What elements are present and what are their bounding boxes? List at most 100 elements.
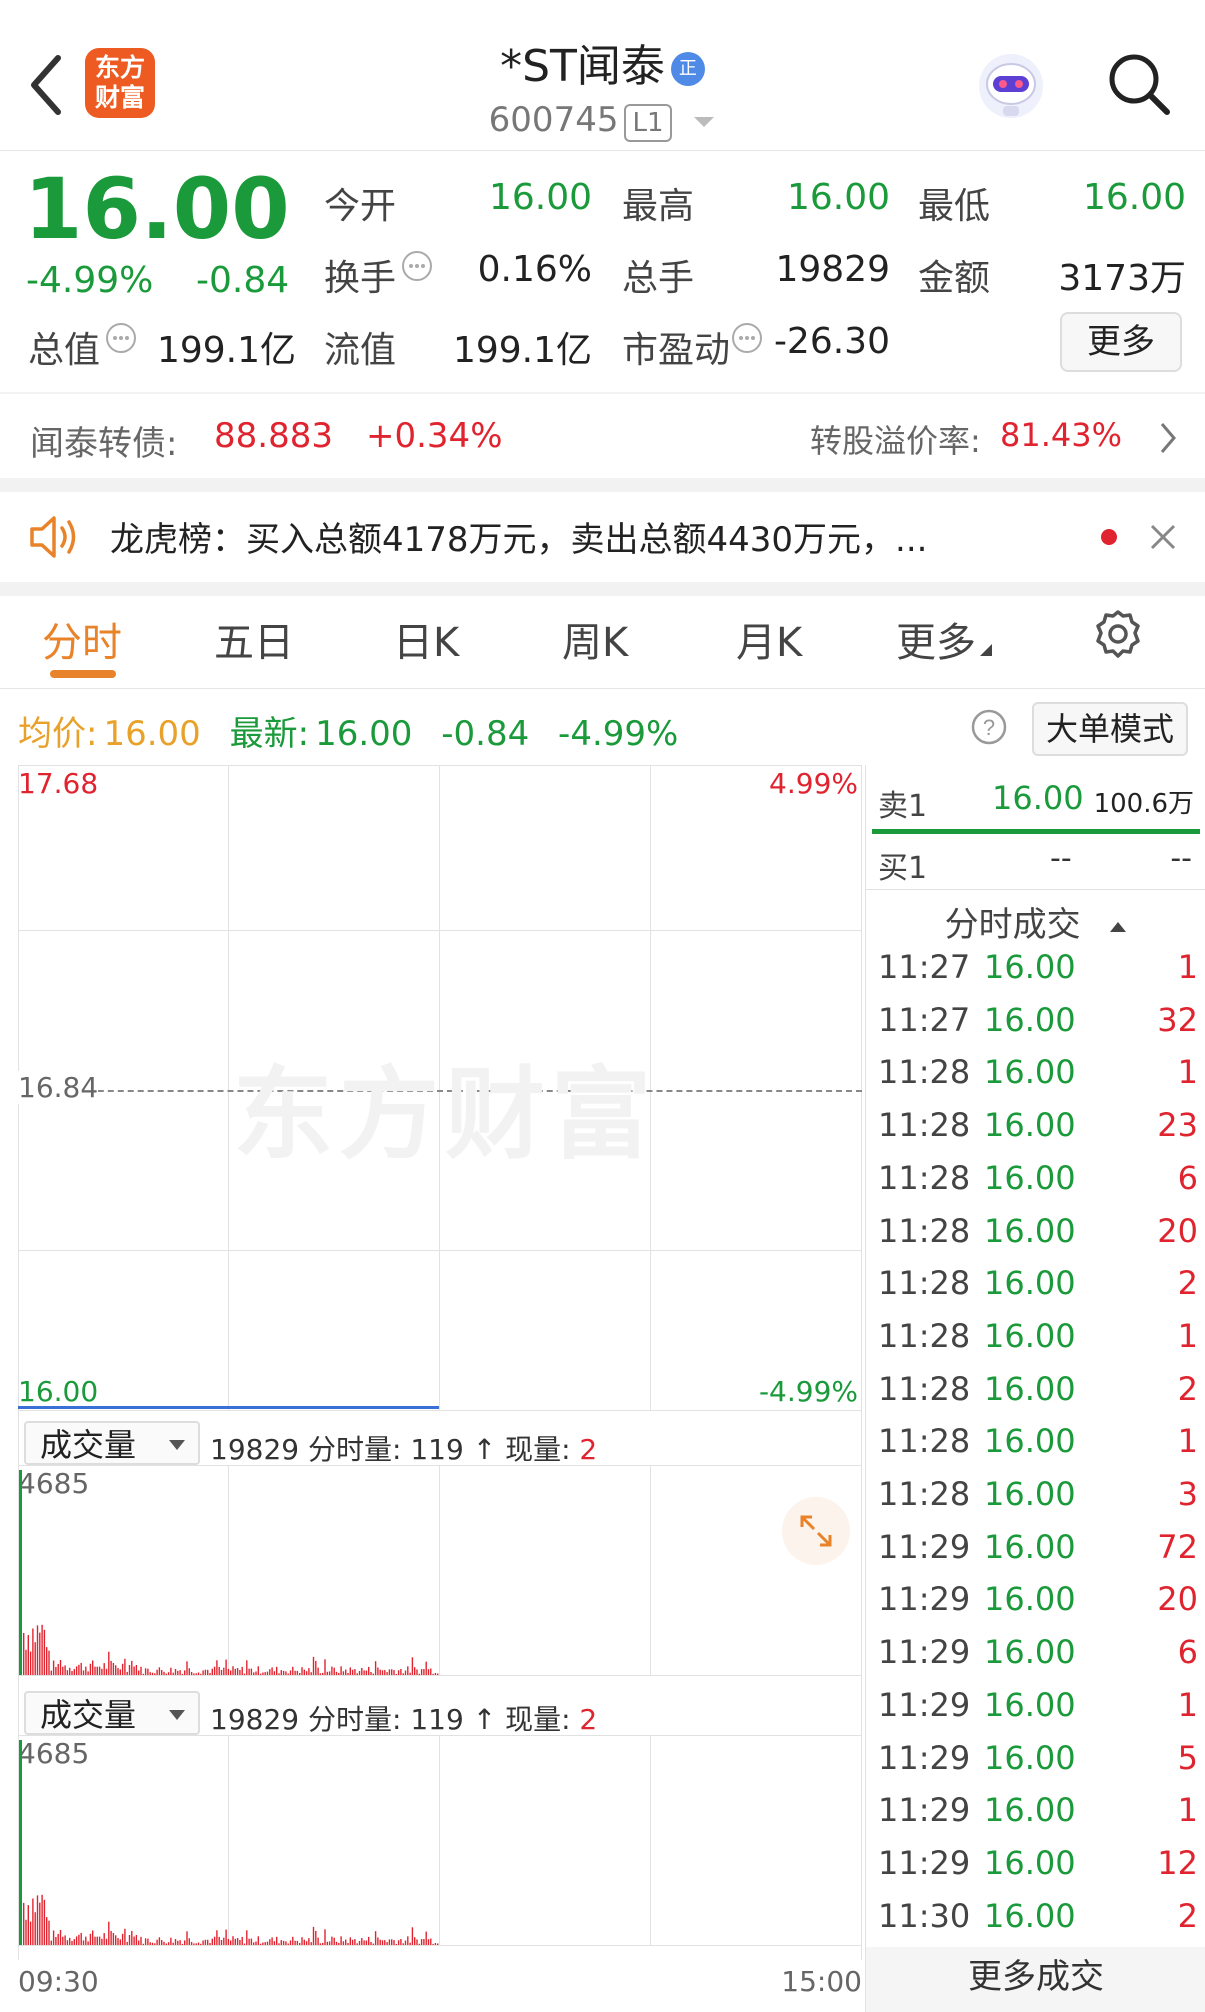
trade-volume: 1 [1177, 1053, 1198, 1092]
volume-bar [241, 1666, 243, 1675]
volume-bar [255, 1941, 257, 1945]
settings-gear-icon[interactable] [1092, 608, 1144, 660]
convertible-bond-row[interactable]: 闻泰转债: 88.883 +0.34% 转股溢价率: 81.43% [0, 396, 1205, 476]
volume-bar [170, 1937, 172, 1945]
search-button[interactable] [1105, 50, 1173, 118]
volume-bar [227, 1668, 230, 1675]
volume-bar [328, 1671, 331, 1675]
trade-time: 11:29 [878, 1685, 971, 1724]
stat-label-total-cap[interactable]: 总值 [28, 321, 138, 373]
volume-bar [299, 1673, 301, 1675]
volume-bar [400, 1939, 402, 1945]
volume-bar [292, 1936, 294, 1945]
volume-bar [48, 1650, 50, 1675]
volume-bar [179, 1670, 181, 1675]
trades-title[interactable]: 分时成交 [866, 897, 1205, 946]
volume-bar [121, 1933, 124, 1945]
volume-bar [119, 1669, 121, 1675]
sell1-volume: 100.6万 [1093, 789, 1194, 819]
avg-price-info: 均价: 16.00 最新: 16.00 -0.84 -4.99% [18, 714, 679, 754]
volume-bar [331, 1666, 333, 1675]
volume-bar [404, 1940, 407, 1945]
volume-bar [165, 1673, 167, 1675]
volume-bar [285, 1941, 287, 1945]
volume-bar [430, 1668, 432, 1675]
chart-watermark: 东方财富 [233, 1056, 657, 1173]
close-icon[interactable] [1148, 522, 1178, 552]
volume-bar [151, 1672, 154, 1675]
large-order-mode-button[interactable]: 大单模式 [1032, 702, 1188, 756]
trade-volume: 6 [1177, 1633, 1198, 1672]
volume-bar [326, 1941, 328, 1945]
volume-bar [317, 1667, 319, 1675]
volume-bar [427, 1669, 430, 1675]
volume-bar [294, 1940, 296, 1945]
tab-intraday[interactable]: 分时 [42, 610, 122, 668]
trade-row: 11:28 16.00 23 [878, 1106, 1198, 1158]
volume-bar [147, 1938, 149, 1945]
volume-bar [393, 1670, 395, 1675]
volume-bar [223, 1937, 225, 1945]
tab-more[interactable]: 更多 [896, 610, 992, 668]
expand-chart-button[interactable] [782, 1497, 850, 1565]
volume-bar [391, 1669, 393, 1675]
intraday-chart[interactable]: 东方财富 17.68 4.99% 16.84 16.00 -4.99% 4685… [18, 765, 862, 1998]
volume-bar [135, 1935, 138, 1945]
volume-bar [356, 1673, 358, 1675]
volume-bar [149, 1672, 151, 1675]
more-trades-button[interactable]: 更多成交 [866, 1947, 1205, 2012]
trade-time: 11:29 [878, 1843, 971, 1882]
volume-bar [209, 1943, 211, 1945]
volume-bar [220, 1940, 223, 1945]
trade-price: 16.00 [984, 1000, 1076, 1039]
volume-bar [303, 1939, 305, 1945]
volume-bar [250, 1668, 253, 1675]
tab-weekly-k[interactable]: 周K [562, 610, 628, 668]
corner-triangle-icon [980, 644, 992, 656]
volume-bar [351, 1939, 354, 1945]
volume-bar [322, 1672, 324, 1675]
volume-bar [358, 1941, 361, 1945]
collapse-arrow-icon [1110, 921, 1127, 932]
volume-bar [386, 1942, 388, 1945]
volume-bar [266, 1941, 269, 1945]
trade-price: 16.00 [984, 1580, 1076, 1619]
help-icon[interactable]: ? [970, 708, 1008, 746]
volume-bar [280, 1940, 282, 1945]
volume-bar [62, 1936, 64, 1945]
trade-row: 11:28 16.00 1 [878, 1422, 1198, 1474]
volume-bar [377, 1667, 379, 1675]
volume-bar [223, 1667, 225, 1675]
volume-bar [126, 1671, 128, 1675]
notice-bar[interactable]: 龙虎榜：买入总额4178万元，卖出总额4430万元，... [0, 492, 1205, 582]
robot-assistant-icon[interactable] [975, 50, 1047, 122]
volume-bar [234, 1938, 236, 1945]
volume-bar [78, 1934, 80, 1945]
volume-indicator-selector[interactable]: 成交量 [24, 1421, 200, 1465]
volume-bar [144, 1668, 147, 1675]
trade-price: 16.00 [984, 1685, 1076, 1724]
volume-bar [172, 1942, 174, 1945]
volume-bar [296, 1670, 299, 1675]
stat-label-turnover[interactable]: 换手 [324, 249, 434, 301]
trade-panel[interactable]: 卖1 16.00 100.6万 买1 -- -- 分时成交 11:27 16.00… [865, 765, 1205, 2012]
volume-bar [395, 1674, 397, 1675]
volume-bar [407, 1936, 409, 1945]
tab-five-day[interactable]: 五日 [214, 610, 294, 668]
tab-monthly-k[interactable]: 月K [736, 610, 802, 668]
more-stats-button[interactable]: 更多 [1060, 312, 1182, 372]
trade-time: 11:28 [878, 1211, 971, 1250]
info-dots-icon[interactable] [400, 249, 434, 283]
volume-indicator-selector[interactable]: 成交量 [24, 1691, 200, 1735]
volume-bar [119, 1939, 121, 1945]
trade-row: 11:28 16.00 20 [878, 1212, 1198, 1264]
volume-bar [342, 1941, 345, 1945]
volume-bar [292, 1666, 294, 1675]
volume-bar [147, 1668, 149, 1675]
tab-daily-k[interactable]: 日K [393, 610, 459, 668]
trade-price: 16.00 [984, 1738, 1076, 1777]
volume-bar [257, 1666, 259, 1675]
info-dots-icon[interactable] [104, 321, 138, 355]
volume-bar [340, 1666, 342, 1675]
volume-bar [287, 1673, 289, 1675]
